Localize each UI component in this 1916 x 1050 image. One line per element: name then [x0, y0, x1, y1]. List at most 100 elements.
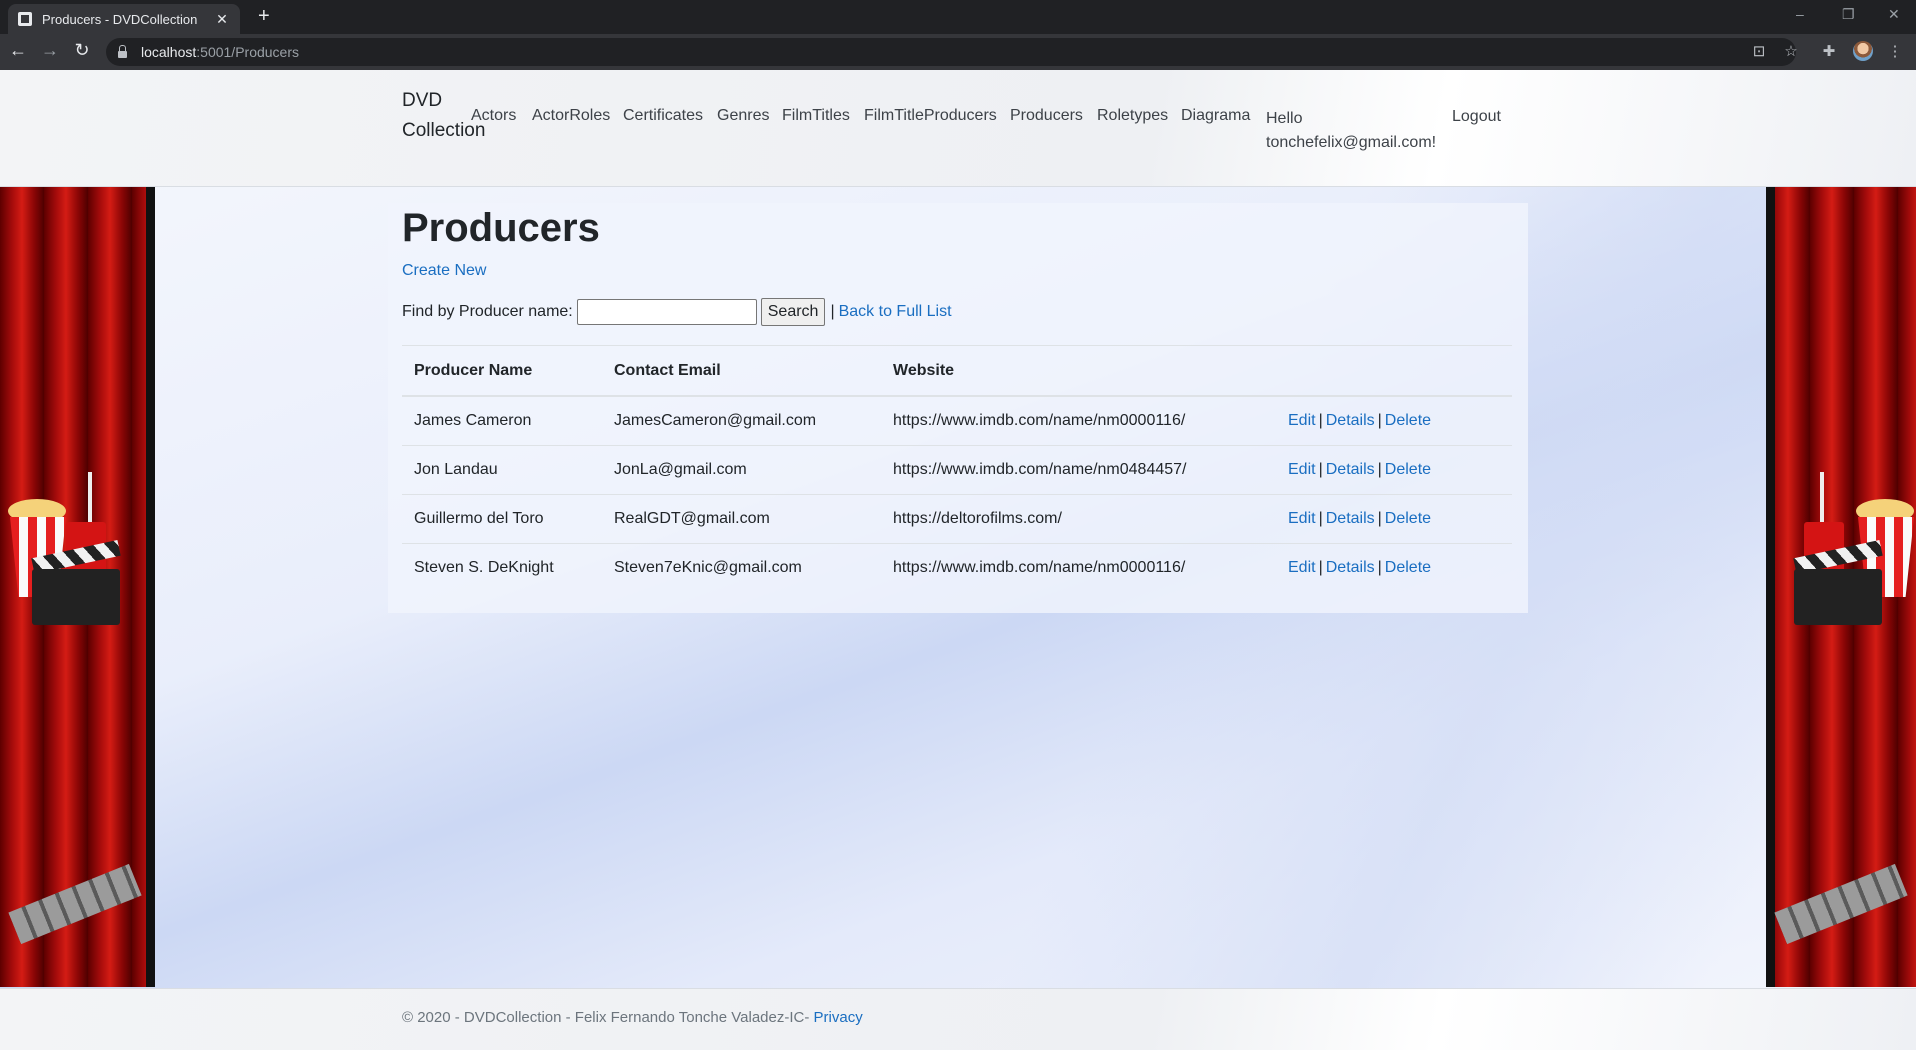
nav-genres[interactable]: Genres — [717, 107, 769, 125]
curtain-edge — [1766, 187, 1775, 987]
row-actions: Edit | Details | Delete — [1286, 396, 1512, 446]
search-form: Find by Producer name: Search | Back to … — [402, 298, 952, 326]
delete-link[interactable]: Delete — [1385, 412, 1431, 429]
translate-icon[interactable]: ⊡ — [1749, 42, 1769, 60]
separator: | — [1318, 559, 1323, 576]
page: DVD Collection Actors ActorRoles Certifi… — [0, 70, 1916, 1050]
table-row: Steven S. DeKnight Steven7eKnic@gmail.co… — [402, 544, 1512, 593]
find-label: Find by Producer name: — [402, 303, 573, 320]
separator: | — [1377, 559, 1382, 576]
edit-link[interactable]: Edit — [1288, 412, 1316, 429]
separator: | — [1377, 412, 1382, 429]
contact-email: RealGDT@gmail.com — [602, 494, 881, 544]
url-host: localhost — [141, 44, 197, 60]
extensions-icon[interactable]: ✚ — [1819, 42, 1839, 60]
contact-email: Steven7eKnic@gmail.com — [614, 559, 802, 576]
contact-email: JonLa@gmail.com — [602, 445, 881, 495]
privacy-link[interactable]: Privacy — [814, 1009, 863, 1026]
back-to-full-list-link[interactable]: Back to Full List — [839, 303, 952, 321]
straw — [1820, 472, 1824, 524]
details-link[interactable]: Details — [1326, 461, 1375, 478]
back-icon[interactable]: ← — [6, 40, 30, 61]
nav-roletypes[interactable]: Roletypes — [1097, 107, 1168, 125]
curtain-left-image — [0, 187, 155, 987]
nav-filmtitleproducers[interactable]: FilmTitleProducers — [864, 107, 997, 125]
producer-search-input[interactable] — [576, 299, 757, 325]
forward-icon[interactable]: → — [38, 40, 62, 61]
website: https://deltorofilms.com/ — [881, 494, 1286, 544]
nav-certificates[interactable]: Certificates — [623, 107, 703, 125]
edit-link[interactable]: Edit — [1288, 510, 1316, 527]
website: https://www.imdb.com/name/nm0000116/ — [893, 559, 1186, 576]
page-title: Producers — [402, 206, 600, 250]
url-path: :5001/Producers — [196, 44, 299, 60]
copyright-text: © 2020 - DVDCollection - Felix Fernando … — [402, 1009, 810, 1026]
clapperboard-icon — [32, 569, 120, 625]
separator: | — [1377, 510, 1382, 527]
new-tab-button[interactable]: + — [258, 5, 270, 28]
brand-link[interactable]: DVD Collection — [402, 86, 485, 146]
nav-actors[interactable]: Actors — [471, 107, 516, 125]
curtain-edge — [146, 187, 155, 987]
user-greeting[interactable]: Hello tonchefelix@gmail.com! — [1266, 107, 1436, 155]
website: https://www.imdb.com/name/nm0000116/ — [881, 396, 1286, 446]
separator: | — [830, 303, 835, 320]
producer-name: James Cameron — [402, 396, 602, 446]
column-header-contact-email: Contact Email — [602, 345, 881, 397]
column-header-actions — [1286, 345, 1512, 397]
tab-title: Producers - DVDCollection — [42, 11, 198, 27]
reload-icon[interactable]: ↻ — [70, 40, 94, 61]
website: https://www.imdb.com/name/nm0484457/ — [881, 445, 1286, 495]
column-header-website: Website — [881, 345, 1286, 397]
delete-link[interactable]: Delete — [1385, 559, 1431, 576]
straw — [88, 472, 92, 524]
separator: | — [1318, 510, 1323, 527]
separator: | — [1318, 461, 1323, 478]
browser-tab[interactable]: Producers - DVDCollection ✕ — [8, 4, 240, 34]
filmstrip-icon — [8, 863, 142, 945]
menu-icon[interactable]: ⋮ — [1885, 42, 1905, 60]
details-link[interactable]: Details — [1326, 510, 1375, 527]
bookmark-star-icon[interactable]: ☆ — [1781, 42, 1801, 60]
nav-actorroles[interactable]: ActorRoles — [532, 107, 610, 125]
curtain-right-image — [1766, 187, 1916, 987]
details-link[interactable]: Details — [1326, 559, 1375, 576]
minimize-icon[interactable]: – — [1796, 6, 1804, 22]
nav-producers[interactable]: Producers — [1010, 107, 1083, 125]
separator: | — [1318, 412, 1323, 429]
close-icon[interactable]: ✕ — [214, 11, 230, 28]
address-bar[interactable]: localhost :5001/Producers — [106, 38, 1796, 66]
greeting-email: tonchefelix@gmail.com! — [1266, 134, 1437, 151]
row-actions: Edit | Details | Delete — [1286, 494, 1512, 544]
window-close-icon[interactable]: ✕ — [1888, 6, 1900, 23]
producer-name: Jon Landau — [402, 445, 602, 495]
row-actions: Edit | Details | Delete — [1286, 445, 1512, 495]
producer-name: Guillermo del Toro — [402, 494, 602, 544]
nav-filmtitles[interactable]: FilmTitles — [782, 107, 850, 125]
create-new-link[interactable]: Create New — [402, 262, 486, 280]
separator: | — [1377, 461, 1382, 478]
logout-link[interactable]: Logout — [1452, 108, 1501, 126]
clapperboard-icon — [1794, 569, 1882, 625]
filmstrip-icon — [1774, 863, 1908, 945]
edit-link[interactable]: Edit — [1288, 461, 1316, 478]
lock-icon — [118, 44, 127, 58]
producer-name: Steven S. DeKnight — [414, 559, 554, 576]
details-link[interactable]: Details — [1326, 412, 1375, 429]
site-footer: © 2020 - DVDCollection - Felix Fernando … — [0, 988, 1916, 1050]
footer-text: © 2020 - DVDCollection - Felix Fernando … — [402, 1009, 863, 1026]
table-header-row: Producer Name Contact Email Website — [402, 345, 1512, 397]
table-row: James Cameron JamesCameron@gmail.com htt… — [402, 396, 1512, 446]
table-row: Guillermo del Toro RealGDT@gmail.com htt… — [402, 494, 1512, 544]
delete-link[interactable]: Delete — [1385, 510, 1431, 527]
greeting-hello: Hello — [1266, 110, 1303, 127]
page-icon — [18, 12, 32, 26]
browser-tabstrip: Producers - DVDCollection ✕ + – ❐ ✕ — [0, 0, 1916, 34]
profile-avatar[interactable] — [1853, 41, 1873, 61]
delete-link[interactable]: Delete — [1385, 461, 1431, 478]
row-actions: Edit | Details | Delete — [1286, 544, 1512, 593]
nav-diagrama[interactable]: Diagrama — [1181, 107, 1250, 125]
edit-link[interactable]: Edit — [1288, 559, 1316, 576]
restore-icon[interactable]: ❐ — [1842, 6, 1855, 23]
search-button[interactable]: Search — [760, 298, 826, 326]
